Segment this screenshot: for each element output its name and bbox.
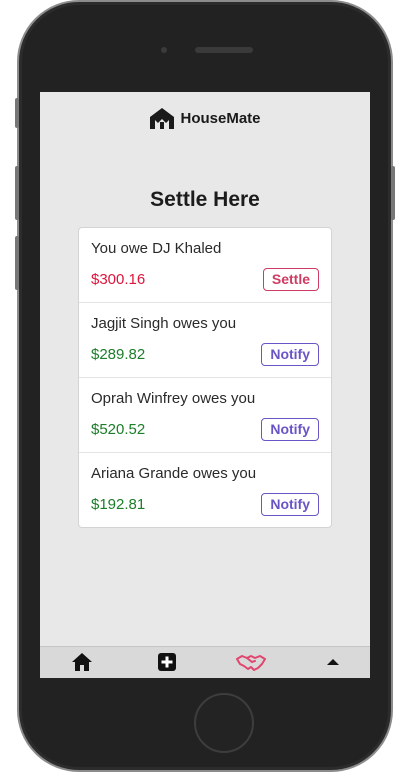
- balance-description: Jagjit Singh owes you: [91, 315, 237, 332]
- home-icon: [72, 653, 92, 671]
- app-brand-name: HouseMate: [180, 109, 261, 127]
- balance-amount: $300.16: [91, 270, 146, 288]
- balances-card: You owe DJ Khaled $300.16 Settle Jagjit …: [78, 227, 332, 528]
- tab-add[interactable]: [156, 651, 178, 673]
- camera-dot: [161, 47, 167, 53]
- tab-settle[interactable]: [236, 651, 266, 673]
- speaker-grill: [195, 47, 253, 53]
- notify-button[interactable]: Notify: [261, 343, 319, 366]
- balance-amount: $520.52: [91, 420, 146, 438]
- mute-switch: [15, 98, 19, 128]
- balance-amount: $289.82: [91, 345, 146, 363]
- volume-up-button: [15, 166, 19, 220]
- power-button: [391, 166, 395, 220]
- bottom-tab-bar: [40, 646, 370, 678]
- housemate-logo-icon: [150, 108, 175, 129]
- notify-button[interactable]: Notify: [261, 493, 319, 516]
- balance-description: Ariana Grande owes you: [91, 465, 257, 482]
- balance-amount: $192.81: [91, 495, 146, 513]
- settle-button[interactable]: Settle: [262, 268, 319, 291]
- handshake-icon: [236, 655, 266, 671]
- balance-description: You owe DJ Khaled: [91, 240, 222, 257]
- notify-button[interactable]: Notify: [261, 418, 319, 441]
- caret-up-icon: [327, 659, 339, 665]
- list-item: Jagjit Singh owes you $289.82 Notify: [79, 303, 331, 378]
- balance-description: Oprah Winfrey owes you: [91, 390, 256, 407]
- plus-square-icon: [158, 653, 176, 671]
- app-screen: HouseMate Settle Here You owe DJ Khaled …: [40, 92, 370, 678]
- list-item: Ariana Grande owes you $192.81 Notify: [79, 453, 331, 527]
- list-item: You owe DJ Khaled $300.16 Settle: [79, 228, 331, 303]
- tab-home[interactable]: [70, 651, 94, 673]
- list-item: Oprah Winfrey owes you $520.52 Notify: [79, 378, 331, 453]
- page-title: Settle Here: [150, 188, 260, 211]
- app-header: HouseMate: [40, 104, 370, 132]
- volume-down-button: [15, 236, 19, 290]
- phone-home-button[interactable]: [194, 693, 254, 753]
- tab-more[interactable]: [324, 651, 342, 673]
